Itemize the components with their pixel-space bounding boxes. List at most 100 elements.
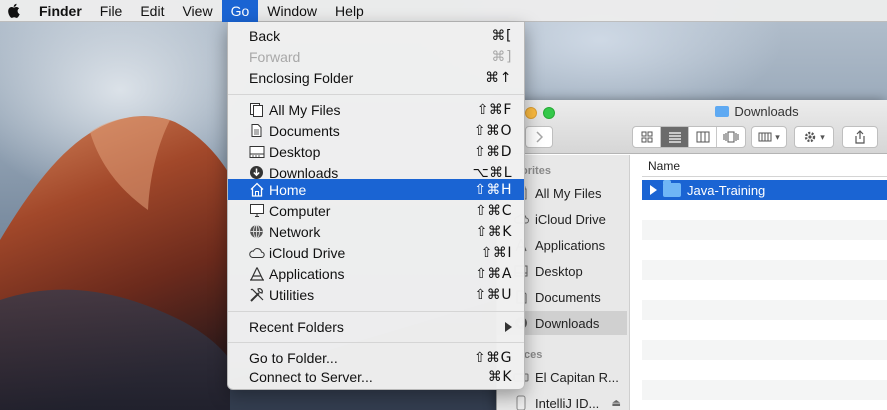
disk-image-icon (513, 395, 529, 410)
menu-item-label: Utilities (269, 286, 315, 303)
menu-item-label: Go to Folder... (249, 349, 338, 366)
menu-separator (228, 94, 524, 95)
menu-item-shortcut: ⇧⌘I (480, 244, 512, 261)
menu-item-go-to-folder[interactable]: Go to Folder... ⇧⌘G (228, 347, 524, 368)
menu-item-shortcut: ⌘K (487, 368, 512, 385)
menu-item-connect-to-server[interactable]: Connect to Server... ⌘K (228, 366, 524, 387)
menu-item-label: iCloud Drive (269, 244, 346, 261)
menu-item-documents[interactable]: Documents ⇧⌘O (228, 120, 524, 141)
menu-item-computer[interactable]: Computer ⇧⌘C (228, 200, 524, 221)
grid-icon (641, 131, 652, 143)
menu-item-shortcut: ⌘↑ (485, 69, 512, 86)
menu-item-shortcut: ⇧⌘H (474, 181, 512, 198)
menu-item-shortcut: ⇧⌘O (473, 122, 512, 139)
icloud-icon (248, 244, 265, 261)
icon-view-button[interactable] (633, 127, 661, 147)
menu-item-desktop[interactable]: Desktop ⇧⌘D (228, 141, 524, 162)
disclosure-triangle-icon[interactable] (650, 185, 657, 195)
empty-row (642, 300, 887, 320)
favorites-header: orites (521, 165, 551, 177)
menu-item-enclosing-folder[interactable]: Enclosing Folder ⌘↑ (228, 67, 524, 88)
menu-item-back[interactable]: Back ⌘[ (228, 25, 524, 46)
folder-icon (663, 180, 681, 197)
menu-item-shortcut: ⇧⌘G (473, 349, 512, 366)
menu-item-icloud-drive[interactable]: iCloud Drive ⇧⌘I (228, 242, 524, 263)
menu-go[interactable]: Go (221, 0, 259, 22)
menu-item-label: Home (269, 181, 307, 198)
file-list: Name Java-Training (642, 155, 887, 410)
menu-separator (228, 342, 524, 343)
sidebar-item-label: El Capitan R... (535, 369, 619, 385)
menu-item-utilities[interactable]: Utilities ⇧⌘U (228, 284, 524, 305)
eject-icon[interactable]: ⏏ (612, 398, 621, 409)
sidebar-item-label: IntelliJ ID... (535, 395, 600, 410)
view-mode-control[interactable] (632, 126, 746, 148)
menu-item-shortcut: ⇧⌘A (475, 265, 512, 282)
column-view-button[interactable] (689, 127, 717, 147)
gear-icon (805, 131, 816, 143)
applications-icon (248, 265, 265, 282)
finder-window: Downloads ▾ ▾ orites All My Files iCloud… (496, 100, 887, 410)
menu-item-label: Back (249, 27, 281, 44)
columns-icon (696, 131, 709, 143)
action-button[interactable]: ▾ (794, 126, 834, 148)
sidebar-item-intellij[interactable]: IntelliJ ID... ⏏ (497, 391, 627, 410)
menu-item-applications[interactable]: Applications ⇧⌘A (228, 263, 524, 284)
menu-item-shortcut: ⇧⌘F (476, 101, 512, 118)
chevron-right-icon (536, 131, 543, 143)
menu-file[interactable]: File (91, 0, 132, 22)
menu-item-shortcut: ⌘[ (491, 27, 512, 44)
table-row[interactable]: Java-Training (642, 180, 887, 200)
empty-row (642, 340, 887, 360)
list-view-button[interactable] (661, 127, 689, 147)
menu-item-network[interactable]: Network ⇧⌘K (228, 221, 524, 242)
menu-window[interactable]: Window (258, 0, 326, 22)
menu-item-shortcut: ⇧⌘U (474, 286, 512, 303)
menu-item-shortcut: ⇧⌘K (475, 223, 512, 240)
menu-item-label: Network (269, 223, 321, 240)
sidebar-item-label: Downloads (535, 315, 600, 331)
all-my-files-icon (248, 101, 265, 118)
menu-item-forward: Forward ⌘] (228, 46, 524, 67)
window-title-text: Downloads (734, 104, 799, 119)
menu-item-recent-folders[interactable]: Recent Folders (228, 316, 524, 337)
computer-icon (248, 202, 265, 219)
menu-item-label: Documents (269, 122, 340, 139)
menu-item-shortcut: ⇧⌘D (473, 143, 512, 160)
apple-logo-icon[interactable] (7, 3, 21, 19)
menu-item-label: Recent Folders (249, 318, 344, 335)
desktop-icon (248, 143, 265, 160)
menu-item-all-my-files[interactable]: All My Files ⇧⌘F (228, 99, 524, 120)
sidebar-item-label: Desktop (535, 263, 583, 279)
submenu-arrow-icon (505, 321, 512, 332)
menu-help[interactable]: Help (326, 0, 373, 22)
menu-item-home[interactable]: Home ⇧⌘H (228, 179, 524, 200)
sidebar-item-label: iCloud Drive (535, 211, 606, 227)
arrange-button[interactable]: ▾ (751, 126, 787, 148)
menu-item-label: Computer (269, 202, 331, 219)
menu-finder[interactable]: Finder (35, 0, 91, 22)
menu-edit[interactable]: Edit (131, 0, 173, 22)
sidebar-item-label: All My Files (535, 185, 602, 201)
empty-row (642, 380, 887, 400)
cover-flow-button[interactable] (717, 127, 745, 147)
share-icon (855, 130, 865, 144)
menu-view[interactable]: View (173, 0, 221, 22)
empty-row (642, 220, 887, 240)
column-header-name[interactable]: Name (642, 155, 887, 177)
documents-icon (248, 122, 265, 139)
menu-separator (228, 311, 524, 312)
network-icon (248, 223, 265, 240)
menu-item-label: Enclosing Folder (249, 69, 354, 86)
downloads-folder-icon (715, 106, 730, 117)
home-icon (248, 181, 265, 198)
sidebar-item-label: Documents (535, 289, 601, 305)
utilities-icon (248, 286, 265, 303)
file-name: Java-Training (687, 182, 766, 198)
share-button[interactable] (842, 126, 878, 148)
window-title: Downloads (497, 104, 887, 119)
arrange-icon (758, 132, 772, 142)
list-icon (668, 132, 681, 143)
go-menu: Back ⌘[ Forward ⌘] Enclosing Folder ⌘↑ A… (227, 22, 525, 390)
forward-nav-button[interactable] (525, 126, 553, 148)
